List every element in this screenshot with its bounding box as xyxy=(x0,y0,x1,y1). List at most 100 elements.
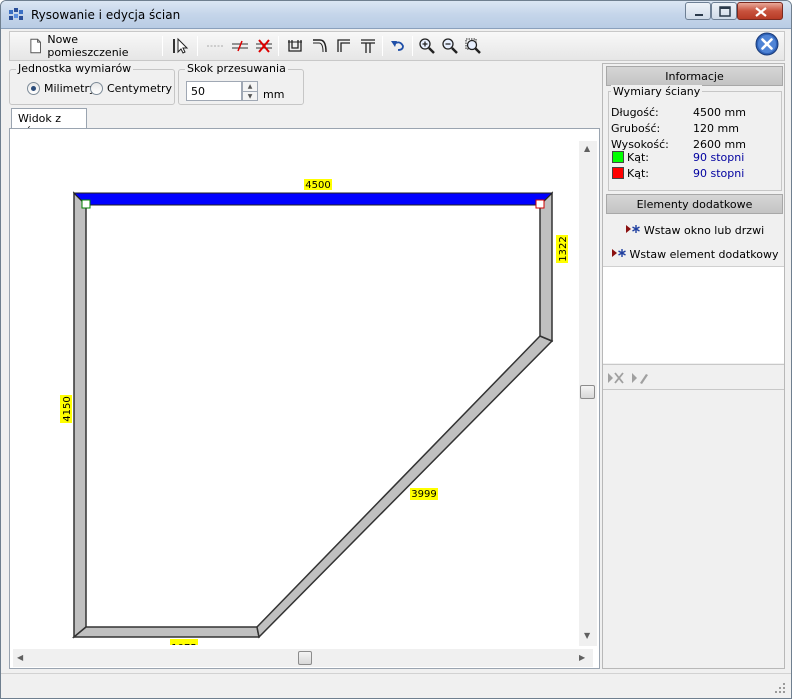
scroll-left-icon[interactable]: ◀ xyxy=(17,653,23,662)
toolbar-separator xyxy=(412,36,413,56)
insert-star-icon xyxy=(611,249,626,257)
radio-millimeters-circle[interactable] xyxy=(27,82,40,95)
floor-plan-canvas[interactable]: 4500 1322 3999 4150 1075 xyxy=(10,129,578,645)
thickness-label: Grubość: xyxy=(611,122,661,135)
tab-top-view[interactable]: Widok z góry xyxy=(11,108,87,138)
extras-panel-header: Elementy dodatkowe xyxy=(606,194,783,214)
spin-down-icon[interactable]: ▼ xyxy=(243,91,257,100)
height-value: 2600 mm xyxy=(693,138,746,151)
spin-up-icon[interactable]: ▲ xyxy=(243,82,257,91)
info-panel-header: Informacje xyxy=(606,66,783,86)
extras-mini-toolbar xyxy=(603,364,784,390)
delete-wall-button[interactable] xyxy=(253,35,275,57)
radio-centimeters-circle[interactable] xyxy=(90,82,103,95)
angle-start-swatch xyxy=(612,151,624,163)
toolbar-separator xyxy=(197,36,198,56)
scroll-up-icon[interactable]: ▲ xyxy=(584,144,590,153)
horizontal-scrollbar[interactable]: ◀ ▶ xyxy=(13,649,593,667)
dim-right-label: 1322 xyxy=(558,236,569,261)
length-label: Długość: xyxy=(611,106,659,119)
units-group-title: Jednostka wymiarów xyxy=(16,62,134,75)
edit-element-icon[interactable] xyxy=(631,371,649,385)
curve-wall-icon xyxy=(313,39,327,53)
u-wall-icon xyxy=(288,40,302,52)
minimize-button[interactable] xyxy=(685,2,711,20)
insert-star-icon xyxy=(625,225,640,233)
new-room-button[interactable]: Nowe pomieszczenie xyxy=(28,33,158,59)
horizontal-scroll-thumb[interactable] xyxy=(298,651,312,665)
dashed-line-icon xyxy=(207,45,223,47)
thickness-value: 120 mm xyxy=(693,122,739,135)
corner-wall-icon xyxy=(337,39,350,52)
wall-diagonal[interactable] xyxy=(256,335,554,639)
insert-extra-element-label: Wstaw element dodatkowy xyxy=(629,247,779,261)
right-panel: Informacje Wymiary ściany Długość: 4500 … xyxy=(602,63,785,669)
step-input[interactable] xyxy=(186,81,242,101)
drawing-canvas-frame: 4500 1322 3999 4150 1075 xyxy=(9,128,600,669)
toolbar-separator xyxy=(382,36,383,56)
new-document-icon xyxy=(30,38,41,54)
wall-shape-t-button[interactable] xyxy=(357,35,379,57)
angle-start-value: 90 stopni xyxy=(693,151,745,164)
window-close-button[interactable] xyxy=(737,2,783,20)
wall-bottom[interactable] xyxy=(71,626,260,638)
select-pointer-icon xyxy=(173,37,189,54)
wall-shape-u-button[interactable] xyxy=(284,35,306,57)
zoom-out-icon xyxy=(442,38,458,54)
wall-left[interactable] xyxy=(73,191,87,639)
extras-items-list[interactable] xyxy=(603,266,784,363)
height-label: Wysokość: xyxy=(611,138,669,151)
insert-window-door-button[interactable]: Wstaw okno lub drzwi xyxy=(606,220,783,240)
toolbar-separator xyxy=(162,36,163,56)
maximize-button[interactable] xyxy=(711,2,737,20)
zoom-out-button[interactable] xyxy=(439,35,461,57)
split-wall-button[interactable] xyxy=(204,35,226,57)
wall-shape-corner-button[interactable] xyxy=(333,35,355,57)
dim-left-label: 4150 xyxy=(62,396,73,421)
break-wall-button[interactable] xyxy=(229,35,251,57)
insert-window-door-label: Wstaw okno lub drzwi xyxy=(643,223,765,237)
delete-line-icon xyxy=(256,39,272,53)
undo-button[interactable] xyxy=(387,35,409,57)
main-toolbar: Nowe pomieszczenie xyxy=(9,31,785,61)
wall-shape-curve-button[interactable] xyxy=(309,35,331,57)
zoom-fit-button[interactable] xyxy=(462,35,484,57)
dim-diagonal-label: 3999 xyxy=(411,489,436,500)
angle-end-label: Kąt: xyxy=(627,167,649,180)
radio-millimeters[interactable]: Milimetry xyxy=(27,82,96,95)
radio-centimeters-label: Centymetry xyxy=(107,82,173,95)
angle-end-value: 90 stopni xyxy=(693,167,745,180)
insert-extra-element-button[interactable]: Wstaw element dodatkowy xyxy=(606,244,783,264)
vertical-scroll-thumb[interactable] xyxy=(580,385,595,399)
title-bar: Rysowanie i edycja ścian xyxy=(1,1,791,29)
angle-end-swatch xyxy=(612,167,624,179)
corner-marker-start[interactable] xyxy=(81,199,91,209)
main-window: Rysowanie i edycja ścian Nowe pomieszcze… xyxy=(0,0,792,699)
scroll-right-icon[interactable]: ▶ xyxy=(579,653,585,662)
corner-marker-end[interactable] xyxy=(535,199,545,209)
wall-right[interactable] xyxy=(539,191,553,343)
remove-element-icon[interactable] xyxy=(607,371,625,385)
close-dialog-icon[interactable] xyxy=(755,32,779,56)
select-tool-button[interactable] xyxy=(170,35,192,57)
wall-top-selected[interactable] xyxy=(72,192,554,206)
status-bar xyxy=(1,673,791,698)
zoom-in-icon xyxy=(419,38,435,54)
zoom-fit-icon xyxy=(465,38,481,54)
extras-list: Wstaw okno lub drzwi Wstaw element dodat… xyxy=(606,218,783,268)
minimize-icon xyxy=(695,14,703,16)
scroll-down-icon[interactable]: ▼ xyxy=(584,631,590,640)
angle-start-label: Kąt: xyxy=(627,151,649,164)
resize-grip-icon[interactable] xyxy=(773,681,787,695)
vertical-scrollbar[interactable]: ▲ ▼ xyxy=(579,141,597,646)
zoom-in-button[interactable] xyxy=(416,35,438,57)
radio-millimeters-label: Milimetry xyxy=(44,82,96,95)
break-line-icon xyxy=(232,40,248,52)
step-group-title: Skok przesuwania xyxy=(185,62,288,75)
maximize-icon xyxy=(719,6,731,17)
radio-centimeters[interactable]: Centymetry xyxy=(90,82,172,95)
t-wall-icon xyxy=(361,39,375,53)
step-spinner[interactable]: ▲ ▼ xyxy=(242,81,258,101)
close-x-icon xyxy=(755,7,767,17)
app-grid-icon xyxy=(9,8,23,20)
